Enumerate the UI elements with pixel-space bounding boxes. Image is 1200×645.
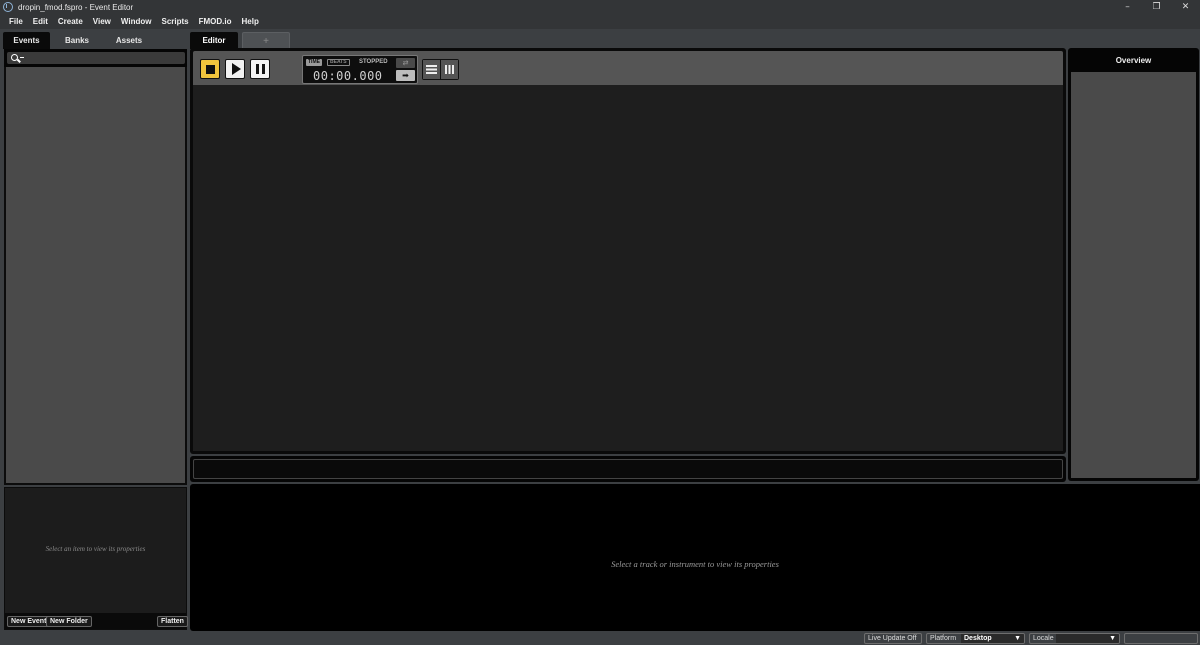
browser-tabs: Events Banks Assets	[3, 32, 189, 49]
play-icon	[231, 63, 241, 75]
status-message-field	[1124, 633, 1198, 644]
event-editor: TIME BEATS STOPPED 00:00.000 ⇄ ➡	[190, 48, 1066, 454]
menu-create[interactable]: Create	[58, 17, 83, 26]
event-browser-list[interactable]	[4, 67, 187, 485]
locale-label: Locale	[1033, 635, 1054, 642]
properties-hint: Select an item to view its properties	[45, 545, 146, 553]
menu-view[interactable]: View	[93, 17, 111, 26]
list-view-button[interactable]	[423, 60, 440, 79]
beats-mode-button[interactable]: BEATS	[327, 59, 350, 66]
bars-view-icon	[445, 65, 454, 74]
overview-title: Overview	[1115, 55, 1152, 65]
loop-icon[interactable]: ⇄	[396, 58, 415, 68]
play-button[interactable]	[225, 59, 245, 79]
time-value: 00:00.000	[313, 69, 383, 83]
editor-deck-strip	[190, 456, 1066, 482]
chevron-down-icon: ▼	[1014, 635, 1021, 642]
close-button[interactable]: ✕	[1171, 0, 1200, 14]
window-controls: – ❐ ✕	[1113, 0, 1200, 14]
tab-events[interactable]: Events	[3, 32, 50, 49]
deck-properties-hint: Select a track or instrument to view its…	[611, 559, 779, 569]
restore-button[interactable]: ❐	[1142, 0, 1171, 14]
add-tab-button[interactable]: +	[242, 32, 290, 49]
bars-view-button[interactable]	[441, 60, 458, 79]
menu-bar: File Edit Create View Window Scripts FMO…	[0, 14, 1200, 29]
new-folder-button[interactable]: New Folder	[46, 616, 92, 627]
menu-scripts[interactable]: Scripts	[161, 17, 188, 26]
locale-select[interactable]: Locale ▼	[1029, 633, 1120, 644]
transport-bar: TIME BEATS STOPPED 00:00.000 ⇄ ➡	[193, 51, 1063, 85]
platform-label: Platform	[930, 635, 957, 642]
fmod-logo-icon	[3, 2, 13, 12]
live-update-button[interactable]: Live Update Off	[864, 633, 922, 644]
flatten-button[interactable]: Flatten	[157, 616, 188, 627]
menu-edit[interactable]: Edit	[33, 17, 48, 26]
window-title: dropin_fmod.fspro - Event Editor	[18, 2, 134, 12]
pause-button[interactable]	[250, 59, 270, 79]
browser-footer: New Event New Folder Flatten	[5, 613, 188, 629]
locale-value: ▼	[1056, 634, 1119, 643]
new-event-button[interactable]: New Event	[7, 616, 51, 627]
search-input[interactable]	[7, 52, 185, 64]
tab-banks[interactable]: Banks	[50, 32, 104, 49]
editor-tabs: Editor +	[190, 32, 290, 49]
platform-value: Desktop ▼	[961, 634, 1024, 643]
playback-status: STOPPED	[359, 59, 388, 65]
minimize-button[interactable]: –	[1113, 0, 1142, 14]
live-update-label: Live Update Off	[868, 635, 917, 642]
menu-fmod-io[interactable]: FMOD.io	[199, 17, 232, 26]
pause-icon	[255, 64, 265, 74]
tab-assets[interactable]: Assets	[104, 32, 154, 49]
deck-properties-panel: Select a track or instrument to view its…	[190, 484, 1200, 631]
menu-help[interactable]: Help	[242, 17, 259, 26]
search-options-icon	[20, 57, 24, 58]
list-view-icon	[426, 65, 437, 74]
editor-canvas[interactable]	[193, 85, 1063, 451]
platform-select[interactable]: Platform Desktop ▼	[926, 633, 1025, 644]
menu-window[interactable]: Window	[121, 17, 152, 26]
chevron-down-icon: ▼	[1109, 635, 1116, 642]
stop-icon	[205, 64, 215, 74]
overview-panel: Overview	[1068, 48, 1199, 481]
stop-button[interactable]	[200, 59, 220, 79]
title-bar: dropin_fmod.fspro - Event Editor – ❐ ✕	[0, 0, 1200, 14]
search-icon[interactable]	[11, 54, 18, 61]
menu-file[interactable]: File	[9, 17, 23, 26]
follow-playhead-icon[interactable]: ➡	[396, 70, 415, 81]
browser-properties-panel: Select an item to view its properties Ne…	[4, 487, 188, 630]
deck-bar[interactable]	[193, 459, 1063, 479]
status-bar: Live Update Off Platform Desktop ▼ Local…	[0, 632, 1200, 645]
view-mode-toggle	[422, 59, 459, 80]
browser-search-bar	[4, 49, 187, 67]
time-mode-button[interactable]: TIME	[306, 59, 322, 66]
tab-editor[interactable]: Editor	[190, 32, 238, 49]
overview-body[interactable]	[1071, 72, 1196, 478]
platform-value-text: Desktop	[964, 635, 992, 642]
time-display: TIME BEATS STOPPED 00:00.000 ⇄ ➡	[302, 55, 418, 84]
